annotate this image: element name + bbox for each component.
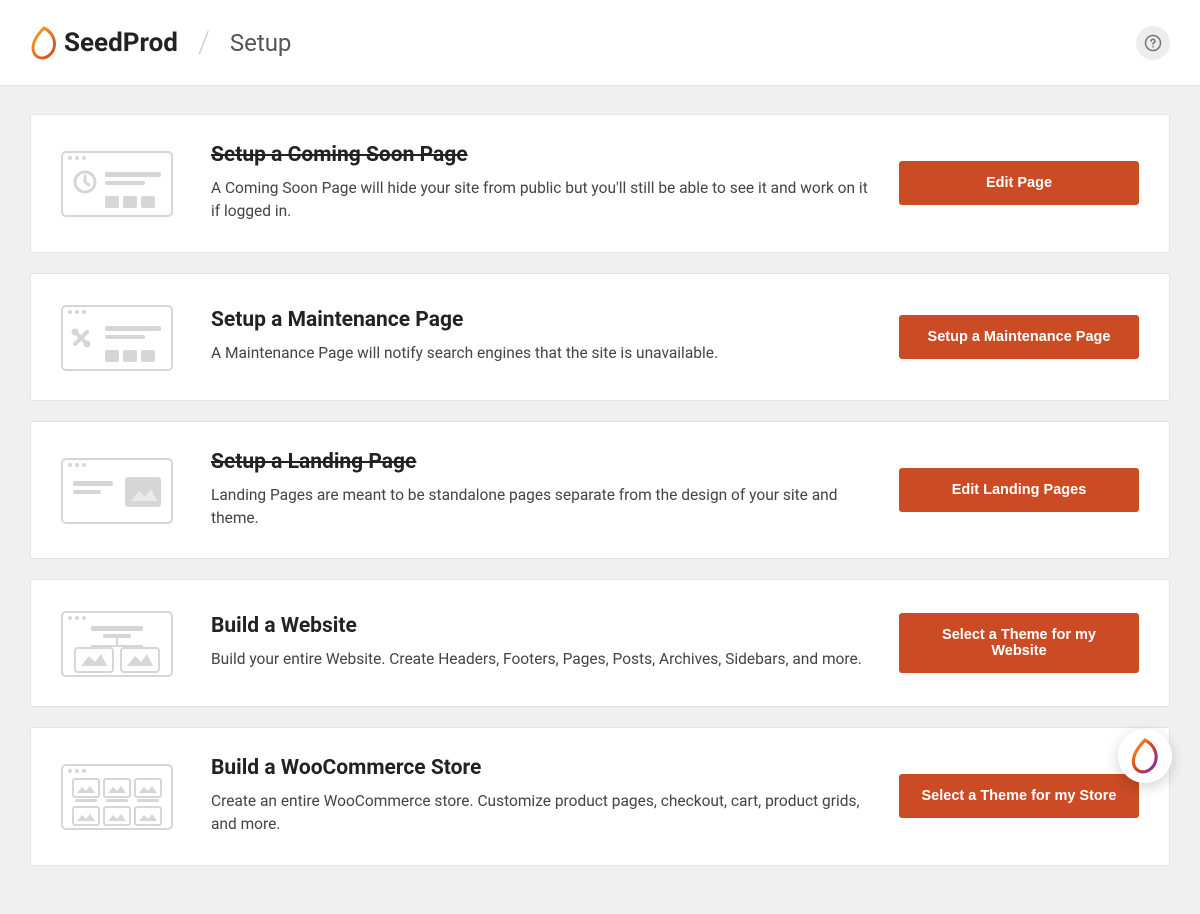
card-title: Setup a Landing Page xyxy=(211,450,869,474)
card-action: Select a Theme for my Store xyxy=(899,774,1139,818)
coming-soon-thumb-icon xyxy=(61,148,181,218)
setup-cards-list: Setup a Coming Soon Page A Coming Soon P… xyxy=(0,86,1200,914)
card-body: Build a Website Build your entire Websit… xyxy=(211,614,869,671)
card-description: Build your entire Website. Create Header… xyxy=(211,648,869,671)
help-icon xyxy=(1144,34,1162,52)
setup-card-website: Build a Website Build your entire Websit… xyxy=(30,579,1170,707)
card-title: Build a Website xyxy=(211,614,869,638)
card-title: Setup a Maintenance Page xyxy=(211,308,869,332)
card-action: Edit Landing Pages xyxy=(899,468,1139,512)
setup-card-landing-page: Setup a Landing Page Landing Pages are m… xyxy=(30,421,1170,560)
brand-logo: SeedProd xyxy=(30,26,178,60)
card-description: Create an entire WooCommerce store. Cust… xyxy=(211,790,869,837)
brand-name: SeedProd xyxy=(64,28,178,58)
help-button[interactable] xyxy=(1136,26,1170,60)
setup-maintenance-button[interactable]: Setup a Maintenance Page xyxy=(899,315,1139,359)
select-store-theme-button[interactable]: Select a Theme for my Store xyxy=(899,774,1139,818)
header-divider: / xyxy=(198,25,210,60)
select-website-theme-button[interactable]: Select a Theme for my Website xyxy=(899,613,1139,673)
card-body: Setup a Maintenance Page A Maintenance P… xyxy=(211,308,869,365)
floating-help-badge[interactable] xyxy=(1118,729,1172,783)
setup-card-coming-soon: Setup a Coming Soon Page A Coming Soon P… xyxy=(30,114,1170,253)
page-title: Setup xyxy=(230,29,292,57)
card-description: A Maintenance Page will notify search en… xyxy=(211,342,869,365)
card-title: Setup a Coming Soon Page xyxy=(211,143,869,167)
woocommerce-thumb-icon xyxy=(61,761,181,831)
card-body: Setup a Coming Soon Page A Coming Soon P… xyxy=(211,143,869,224)
card-action: Setup a Maintenance Page xyxy=(899,315,1139,359)
card-action: Edit Page xyxy=(899,161,1139,205)
seedprod-logo-icon xyxy=(30,26,58,60)
landing-page-thumb-icon xyxy=(61,455,181,525)
edit-page-button[interactable]: Edit Page xyxy=(899,161,1139,205)
seedprod-badge-icon xyxy=(1130,738,1160,774)
maintenance-thumb-icon xyxy=(61,302,181,372)
website-thumb-icon xyxy=(61,608,181,678)
card-description: A Coming Soon Page will hide your site f… xyxy=(211,177,869,224)
header: SeedProd / Setup xyxy=(0,0,1200,86)
card-body: Setup a Landing Page Landing Pages are m… xyxy=(211,450,869,531)
setup-card-maintenance: Setup a Maintenance Page A Maintenance P… xyxy=(30,273,1170,401)
card-title: Build a WooCommerce Store xyxy=(211,756,869,780)
edit-landing-pages-button[interactable]: Edit Landing Pages xyxy=(899,468,1139,512)
card-action: Select a Theme for my Website xyxy=(899,613,1139,673)
setup-card-woocommerce: Build a WooCommerce Store Create an enti… xyxy=(30,727,1170,866)
card-body: Build a WooCommerce Store Create an enti… xyxy=(211,756,869,837)
card-description: Landing Pages are meant to be standalone… xyxy=(211,484,869,531)
